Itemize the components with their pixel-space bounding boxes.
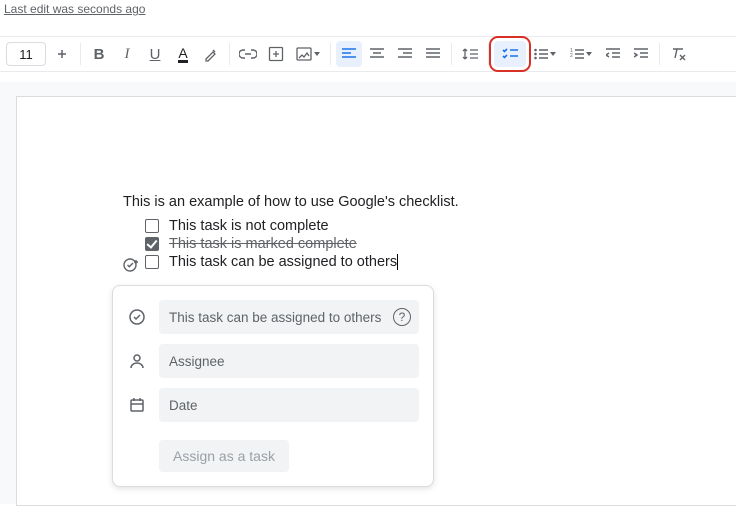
separator <box>659 43 660 65</box>
assign-task-popup: This task can be assigned to others ? As… <box>112 285 434 487</box>
assignee-input[interactable]: Assignee <box>159 344 419 378</box>
highlight-icon[interactable] <box>198 41 224 67</box>
insert-image-icon[interactable] <box>291 41 325 67</box>
align-justify-icon[interactable] <box>420 41 446 67</box>
text-cursor <box>397 254 398 270</box>
checklist-item-text[interactable]: This task can be assigned to others <box>169 254 398 270</box>
align-left-icon[interactable] <box>336 41 362 67</box>
line-spacing-icon[interactable] <box>457 41 483 67</box>
checkbox-checked-icon[interactable] <box>145 237 159 251</box>
bulleted-list-icon[interactable] <box>528 41 562 67</box>
toolbar: 11 B I U A 12 <box>0 36 736 72</box>
checklist-item-text[interactable]: This task is not complete <box>169 218 329 234</box>
numbered-list-icon[interactable]: 12 <box>564 41 598 67</box>
task-title-placeholder: This task can be assigned to others <box>169 310 381 325</box>
chevron-down-icon <box>550 52 556 56</box>
checklist-item-text[interactable]: This task is marked complete <box>169 236 357 252</box>
chevron-down-icon <box>314 52 320 56</box>
chevron-down-icon <box>586 52 592 56</box>
separator <box>488 43 489 65</box>
separator <box>80 43 81 65</box>
separator <box>229 43 230 65</box>
assignee-placeholder: Assignee <box>169 354 225 369</box>
align-right-icon[interactable] <box>392 41 418 67</box>
help-icon[interactable]: ? <box>393 308 411 326</box>
task-check-icon <box>127 308 147 326</box>
checklist-item[interactable]: This task can be assigned to others <box>123 253 696 271</box>
text-color-icon[interactable]: A <box>170 41 196 67</box>
calendar-icon <box>127 397 147 413</box>
checklist-item[interactable]: This task is not complete <box>123 217 696 235</box>
separator <box>330 43 331 65</box>
font-size-input[interactable]: 11 <box>6 42 46 66</box>
insert-link-icon[interactable] <box>235 41 261 67</box>
increase-font-icon[interactable] <box>49 41 75 67</box>
assign-task-icon[interactable] <box>122 256 140 274</box>
intro-text[interactable]: This is an example of how to use Google'… <box>123 191 696 213</box>
person-icon <box>127 353 147 369</box>
checklist-icon[interactable] <box>494 41 526 67</box>
date-input[interactable]: Date <box>159 388 419 422</box>
checklist: This task is not complete This task is m… <box>123 217 696 271</box>
assign-task-button[interactable]: Assign as a task <box>159 440 289 472</box>
checklist-item[interactable]: This task is marked complete <box>123 235 696 253</box>
task-title-input[interactable]: This task can be assigned to others ? <box>159 300 419 334</box>
last-edit-status[interactable]: Last edit was seconds ago <box>0 0 149 18</box>
add-comment-icon[interactable] <box>263 41 289 67</box>
decrease-indent-icon[interactable] <box>600 41 626 67</box>
date-placeholder: Date <box>169 398 198 413</box>
clear-formatting-icon[interactable] <box>665 41 691 67</box>
italic-icon[interactable]: I <box>114 41 140 67</box>
svg-text:2: 2 <box>570 53 573 59</box>
checkbox-unchecked-icon[interactable] <box>145 219 159 233</box>
checkbox-unchecked-icon[interactable] <box>145 255 159 269</box>
increase-indent-icon[interactable] <box>628 41 654 67</box>
separator <box>451 43 452 65</box>
bold-icon[interactable]: B <box>86 41 112 67</box>
align-center-icon[interactable] <box>364 41 390 67</box>
underline-icon[interactable]: U <box>142 41 168 67</box>
